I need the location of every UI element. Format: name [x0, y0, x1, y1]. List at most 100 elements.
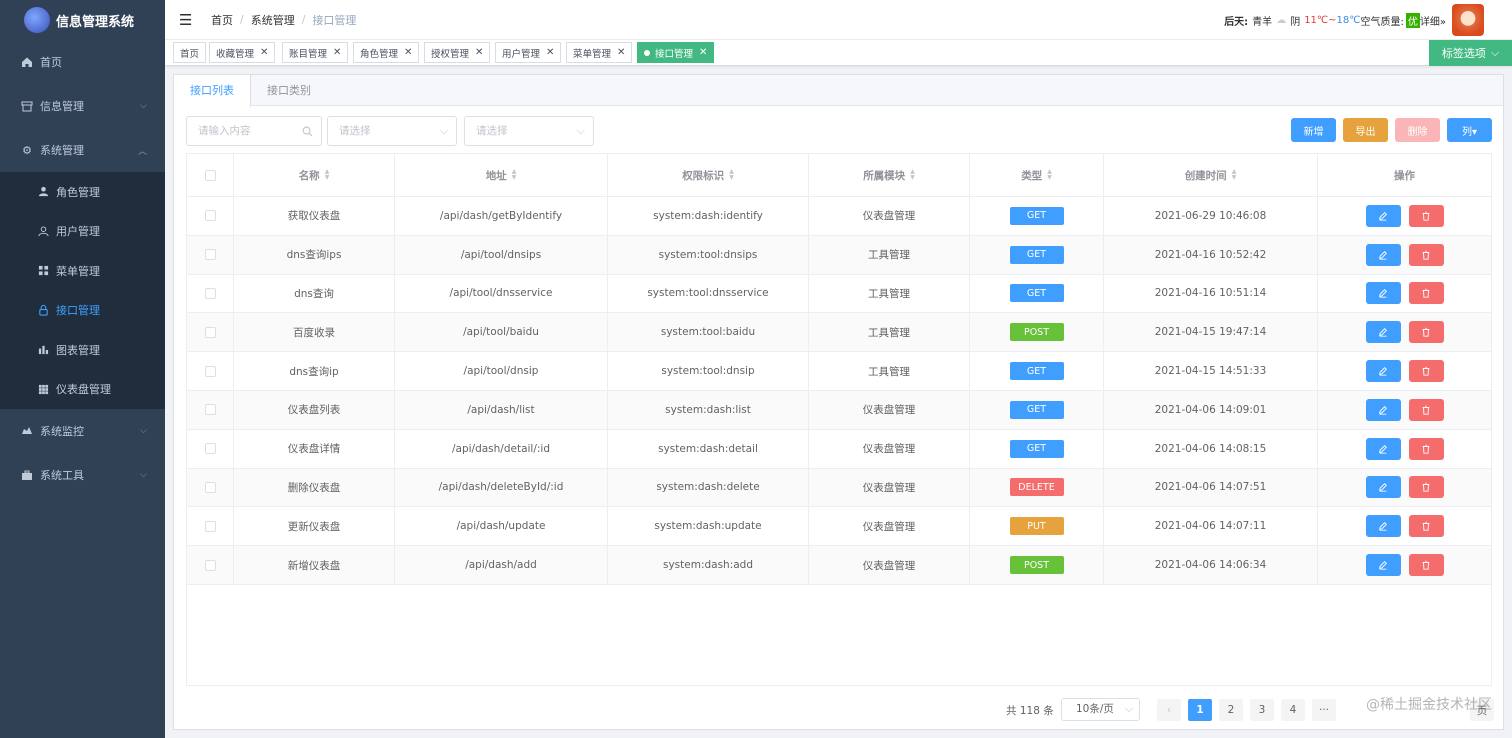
close-icon[interactable]: ✕: [260, 47, 268, 58]
sidebar-item-charts[interactable]: 图表管理: [0, 330, 165, 370]
row-checkbox[interactable]: [204, 365, 216, 377]
close-icon[interactable]: ✕: [333, 47, 341, 58]
col-header-name[interactable]: 名称 ▲ ▼: [234, 154, 395, 196]
type-select[interactable]: 请选择 ⌵: [464, 116, 594, 146]
aqi-badge: 优: [1405, 13, 1420, 28]
weather-widget[interactable]: 后天: 青羊 ☁ 阴 11℃~ 18℃ 空气质量: 优 详细»: [1224, 13, 1446, 28]
tab-api-list[interactable]: 接口列表: [174, 75, 251, 107]
row-delete-button[interactable]: [1408, 321, 1444, 344]
sort-icon[interactable]: ▲ ▼: [325, 169, 330, 181]
edit-icon: [1379, 328, 1387, 337]
sidebar: 信息管理系统 首页 信息管理 ⌵ ⚙ 系统管理 ︿ 角色管理 用户管理 菜单管理…: [0, 0, 165, 738]
edit-button[interactable]: [1365, 321, 1401, 344]
search-input[interactable]: 请输入内容: [186, 116, 322, 146]
tag-roles[interactable]: 角色管理 ✕: [353, 42, 420, 63]
tag-home[interactable]: 首页: [173, 42, 207, 63]
sort-icon[interactable]: ▲ ▼: [512, 169, 517, 181]
module-select[interactable]: 请选择 ⌵: [327, 116, 457, 146]
sidebar-item-home[interactable]: 首页: [0, 40, 165, 84]
sidebar-item-api[interactable]: 接口管理: [0, 291, 165, 331]
row-delete-button[interactable]: [1408, 398, 1444, 421]
sort-icon[interactable]: ▲ ▼: [910, 169, 915, 181]
col-header-perm[interactable]: 权限标识 ▲ ▼: [608, 154, 809, 196]
edit-button[interactable]: [1365, 204, 1401, 227]
breadcrumb-item[interactable]: 系统管理: [251, 12, 295, 28]
select-all-checkbox[interactable]: [204, 169, 216, 181]
cell-address: /api/dash/deleteById/:id: [395, 468, 608, 507]
col-header-addr[interactable]: 地址 ▲ ▼: [395, 154, 608, 196]
page-3-button[interactable]: 3: [1250, 699, 1274, 721]
row-delete-button[interactable]: [1408, 360, 1444, 383]
app-logo[interactable]: 信息管理系统: [0, 0, 165, 40]
tag-favorites[interactable]: 收藏管理 ✕: [209, 42, 276, 63]
sidebar-item-tools[interactable]: 系统工具 ⌵: [0, 453, 165, 497]
prev-page-button[interactable]: ‹: [1157, 699, 1181, 721]
weather-detail-link[interactable]: 详细»: [1420, 13, 1446, 28]
more-pages-button[interactable]: ···: [1312, 699, 1336, 721]
tag-options-button[interactable]: 标签选项 ⌵: [1429, 40, 1512, 66]
row-checkbox[interactable]: [204, 287, 216, 299]
row-checkbox[interactable]: [204, 326, 216, 338]
sidebar-item-roles[interactable]: 角色管理: [0, 172, 165, 212]
close-icon[interactable]: ✕: [699, 47, 707, 58]
export-button[interactable]: 导出: [1343, 118, 1388, 142]
edit-button[interactable]: [1365, 476, 1401, 499]
edit-button[interactable]: [1365, 554, 1401, 577]
sidebar-item-users[interactable]: 用户管理: [0, 212, 165, 252]
tag-api[interactable]: 接口管理 ✕: [637, 42, 715, 63]
sort-icon[interactable]: ▲ ▼: [1232, 169, 1237, 181]
sidebar-item-dashboards[interactable]: 仪表盘管理: [0, 370, 165, 410]
edit-button[interactable]: [1365, 437, 1401, 460]
row-checkbox[interactable]: [204, 481, 216, 493]
row-delete-button[interactable]: [1408, 476, 1444, 499]
edit-button[interactable]: [1365, 398, 1401, 421]
row-delete-button[interactable]: [1408, 437, 1444, 460]
cell-type: GET: [970, 274, 1104, 313]
row-delete-button[interactable]: [1408, 282, 1444, 305]
sort-icon[interactable]: ▲ ▼: [729, 169, 734, 181]
row-checkbox[interactable]: [204, 559, 216, 571]
page-2-button[interactable]: 2: [1219, 699, 1243, 721]
row-delete-button[interactable]: [1408, 515, 1444, 538]
add-button[interactable]: 新增: [1291, 118, 1336, 142]
tag-menus[interactable]: 菜单管理 ✕: [566, 42, 633, 63]
tag-auth[interactable]: 授权管理 ✕: [424, 42, 491, 63]
page-4-button[interactable]: 4: [1281, 699, 1305, 721]
trash-icon: [1422, 211, 1430, 221]
edit-button[interactable]: [1365, 243, 1401, 266]
row-checkbox[interactable]: [204, 210, 216, 222]
columns-button[interactable]: 列▾: [1447, 118, 1492, 142]
sort-icon[interactable]: ▲ ▼: [1047, 169, 1052, 181]
close-icon[interactable]: ✕: [475, 47, 483, 58]
avatar[interactable]: [1452, 4, 1484, 36]
row-checkbox[interactable]: [204, 443, 216, 455]
page-size-select[interactable]: 10条/页 ⌵: [1061, 698, 1140, 721]
edit-button[interactable]: [1365, 360, 1401, 383]
sidebar-item-monitor[interactable]: 系统监控 ⌵: [0, 409, 165, 453]
breadcrumb-item[interactable]: 首页: [211, 12, 233, 28]
close-icon[interactable]: ✕: [404, 47, 412, 58]
row-delete-button[interactable]: [1408, 204, 1444, 227]
tab-api-category[interactable]: 接口类别: [251, 75, 327, 105]
delete-button[interactable]: 删除: [1395, 118, 1440, 142]
tag-accounts[interactable]: 账目管理 ✕: [282, 42, 349, 63]
close-icon[interactable]: ✕: [546, 47, 554, 58]
page-1-button[interactable]: 1: [1188, 699, 1212, 721]
search-icon[interactable]: [302, 117, 313, 148]
row-delete-button[interactable]: [1408, 554, 1444, 577]
row-checkbox[interactable]: [204, 249, 216, 261]
edit-button[interactable]: [1365, 515, 1401, 538]
edit-button[interactable]: [1365, 282, 1401, 305]
col-header-module[interactable]: 所属模块 ▲ ▼: [809, 154, 970, 196]
close-icon[interactable]: ✕: [617, 47, 625, 58]
sidebar-item-menus[interactable]: 菜单管理: [0, 251, 165, 291]
row-checkbox[interactable]: [204, 520, 216, 532]
row-delete-button[interactable]: [1408, 243, 1444, 266]
hamburger-icon[interactable]: ☰: [179, 11, 193, 29]
row-checkbox[interactable]: [204, 404, 216, 416]
sidebar-item-system[interactable]: ⚙ 系统管理 ︿: [0, 128, 165, 172]
col-header-time[interactable]: 创建时间 ▲ ▼: [1104, 154, 1318, 196]
sidebar-item-info[interactable]: 信息管理 ⌵: [0, 84, 165, 128]
tag-users[interactable]: 用户管理 ✕: [495, 42, 562, 63]
col-header-type[interactable]: 类型 ▲ ▼: [970, 154, 1104, 196]
